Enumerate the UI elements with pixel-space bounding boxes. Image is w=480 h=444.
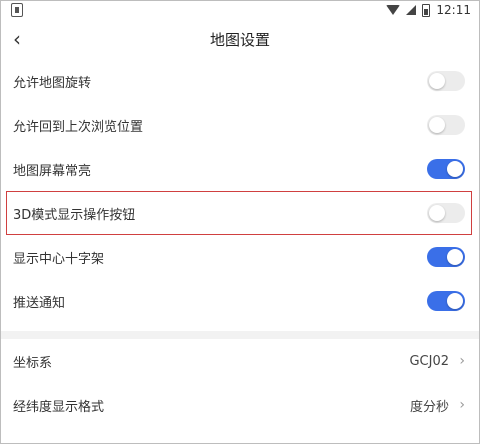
toggle-crosshair[interactable] xyxy=(427,247,465,267)
setting-label: 允许地图旋转 xyxy=(13,75,92,91)
status-bar: 12:11 xyxy=(1,1,479,21)
nav-row-latlng-format[interactable]: 经纬度显示格式 度分秒 › xyxy=(1,383,479,427)
setting-label: 3D模式显示操作按钮 xyxy=(13,207,136,223)
setting-row-3d-buttons: 3D模式显示操作按钮 xyxy=(1,191,479,235)
toggle-knob xyxy=(429,205,445,221)
setting-row-crosshair: 显示中心十字架 xyxy=(1,235,479,279)
nav-label: 坐标系 xyxy=(13,355,53,371)
section-divider xyxy=(1,331,479,339)
toggle-knob xyxy=(429,73,445,89)
battery-icon xyxy=(422,3,431,17)
toggle-knob xyxy=(447,249,463,265)
setting-label: 地图屏幕常亮 xyxy=(13,163,92,179)
signal-icon xyxy=(406,5,417,15)
setting-row-map-rotate: 允许地图旋转 xyxy=(1,59,479,103)
setting-label: 显示中心十字架 xyxy=(13,251,105,267)
page-title: 地图设置 xyxy=(209,31,270,49)
setting-row-screen-on: 地图屏幕常亮 xyxy=(1,147,479,191)
toggle-knob xyxy=(447,293,463,309)
nav-row-coordinate-system[interactable]: 坐标系 GCJ02 › xyxy=(1,339,479,383)
nav-value: GCJ02 xyxy=(409,353,449,369)
setting-label: 允许回到上次浏览位置 xyxy=(13,119,144,135)
toggle-list: 允许地图旋转 允许回到上次浏览位置 地图屏幕常亮 3D模式显示操作按钮 显示中心… xyxy=(1,59,479,323)
sim-card-icon xyxy=(11,3,23,17)
setting-row-restore-position: 允许回到上次浏览位置 xyxy=(1,103,479,147)
toggle-restore-position[interactable] xyxy=(427,115,465,135)
setting-row-push: 推送通知 xyxy=(1,279,479,323)
toggle-knob xyxy=(447,161,463,177)
settings-screen: 12:11 ‹ 地图设置 允许地图旋转 允许回到上次浏览位置 地图屏幕常亮 3D… xyxy=(0,0,480,444)
toggle-map-rotate[interactable] xyxy=(427,71,465,91)
toggle-push-notification[interactable] xyxy=(427,291,465,311)
toggle-knob xyxy=(429,117,445,133)
nav-value: 度分秒 xyxy=(409,399,449,415)
wifi-icon xyxy=(386,5,401,15)
toggle-screen-on[interactable] xyxy=(427,159,465,179)
chevron-right-icon: › xyxy=(459,397,465,413)
title-bar: ‹ 地图设置 xyxy=(1,21,479,59)
setting-label: 推送通知 xyxy=(13,295,66,311)
status-icons: 12:11 xyxy=(386,3,471,17)
status-time: 12:11 xyxy=(436,3,471,17)
toggle-3d-buttons[interactable] xyxy=(427,203,465,223)
chevron-right-icon: › xyxy=(459,353,465,369)
nav-label: 经纬度显示格式 xyxy=(13,399,105,415)
